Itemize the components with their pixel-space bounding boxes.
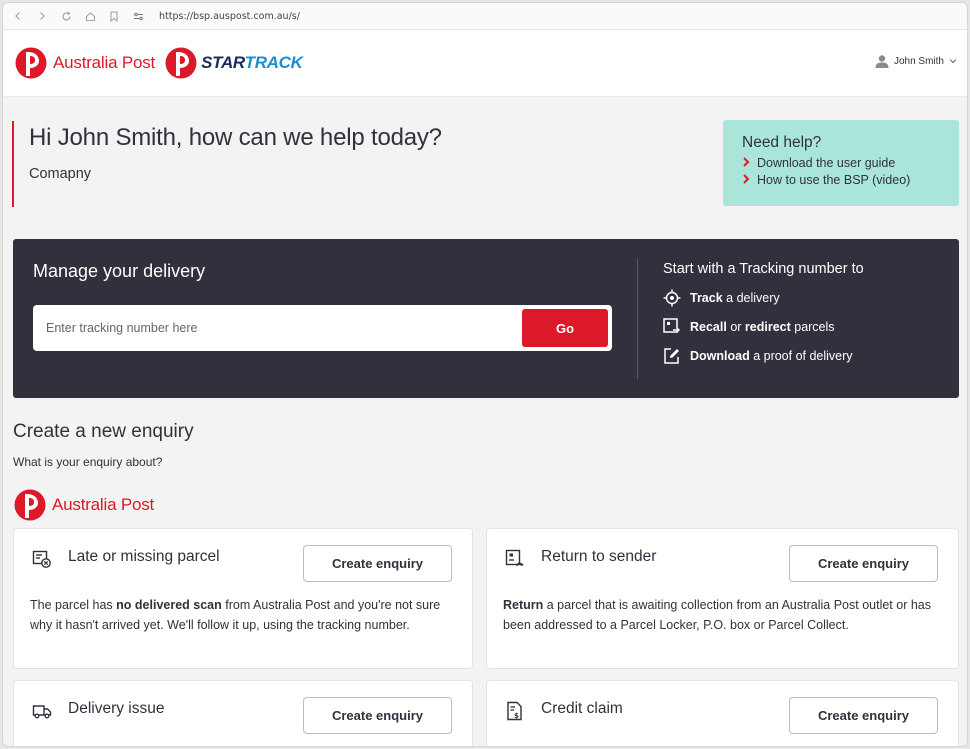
tracking-search-box: Go xyxy=(33,305,612,351)
australia-post-wordmark: Australia Post xyxy=(53,53,156,72)
chevron-down-icon xyxy=(949,59,957,64)
enquiry-card-credit-claim: $ Credit claim Create enquiry xyxy=(486,680,959,746)
address-bar[interactable]: https://bsp.auspost.com.au/s/ xyxy=(159,11,300,22)
tracking-features-title: Start with a Tracking number to xyxy=(663,261,864,277)
card-title: Return to sender xyxy=(541,548,657,565)
help-panel: Need help? Download the user guide How t… xyxy=(723,120,959,206)
australia-post-mark-icon xyxy=(14,489,46,521)
panel-divider xyxy=(637,259,638,379)
feature-download-pod: Download a proof of delivery xyxy=(663,347,864,365)
help-link-user-guide[interactable]: Download the user guide xyxy=(742,156,959,170)
company-name: Comapny xyxy=(29,166,92,182)
create-enquiry-button[interactable]: Create enquiry xyxy=(789,545,938,582)
edit-document-icon xyxy=(664,348,679,364)
australia-post-section-logo: Australia Post xyxy=(14,489,154,521)
tracking-number-input[interactable] xyxy=(46,305,506,351)
startrack-wordmark: STARTRACK xyxy=(201,53,303,72)
manage-delivery-panel: Manage your delivery Go Start with a Tra… xyxy=(13,239,959,398)
missing-parcel-icon xyxy=(32,550,51,568)
startrack-logo[interactable]: STARTRACK xyxy=(165,47,303,79)
card-description: The parcel has no delivered scan from Au… xyxy=(30,598,441,632)
chevron-right-icon xyxy=(742,173,750,187)
create-enquiry-button[interactable]: Create enquiry xyxy=(303,697,452,734)
help-link-label: How to use the BSP (video) xyxy=(757,173,911,187)
manage-delivery-title: Manage your delivery xyxy=(33,261,206,281)
bookmark-icon[interactable] xyxy=(107,9,121,23)
card-title: Credit claim xyxy=(541,700,623,717)
create-enquiry-button[interactable]: Create enquiry xyxy=(789,697,938,734)
parcel-redirect-icon xyxy=(663,318,680,333)
australia-post-wordmark: Australia Post xyxy=(52,495,155,514)
card-title: Late or missing parcel xyxy=(68,548,220,565)
site-header: Australia Post STARTRACK John Smith xyxy=(3,30,967,97)
crosshair-icon xyxy=(663,289,681,307)
user-name: John Smith xyxy=(893,55,944,67)
chevron-right-icon xyxy=(742,156,750,170)
tracking-features: Start with a Tracking number to Track a … xyxy=(663,261,864,376)
create-enquiry-button[interactable]: Create enquiry xyxy=(303,545,452,582)
feature-recall-redirect: Recall or redirect parcels xyxy=(663,318,864,336)
australia-post-logo[interactable]: Australia Post xyxy=(15,47,155,79)
help-title: Need help? xyxy=(742,134,822,151)
startrack-mark-icon xyxy=(165,47,197,79)
feature-track: Track a delivery xyxy=(663,289,864,307)
credit-claim-icon: $ xyxy=(507,701,522,721)
enquiry-card-delivery-issue: Delivery issue Create enquiry xyxy=(13,680,473,746)
user-menu[interactable]: John Smith xyxy=(875,54,957,68)
home-icon[interactable] xyxy=(83,9,97,23)
enquiry-card-return-to-sender: Return to sender Create enquiry Return a… xyxy=(486,528,959,669)
enquiry-section-title: Create a new enquiry xyxy=(13,421,194,442)
return-parcel-icon xyxy=(505,549,524,567)
australia-post-mark-icon xyxy=(15,47,47,79)
enquiry-section-subtitle: What is your enquiry about? xyxy=(13,455,163,469)
greeting-section: Hi John Smith, how can we help today? Co… xyxy=(12,121,442,207)
site-settings-icon[interactable] xyxy=(131,9,145,23)
delivery-truck-icon xyxy=(32,705,52,719)
browser-toolbar: https://bsp.auspost.com.au/s/ xyxy=(3,3,967,30)
user-avatar-icon xyxy=(875,55,889,68)
card-description: Return a parcel that is awaiting collect… xyxy=(503,598,931,632)
help-link-label: Download the user guide xyxy=(757,156,896,170)
back-icon[interactable] xyxy=(11,9,25,23)
card-title: Delivery issue xyxy=(68,700,165,717)
forward-icon[interactable] xyxy=(35,9,49,23)
reload-icon[interactable] xyxy=(59,9,73,23)
help-link-bsp-video[interactable]: How to use the BSP (video) xyxy=(742,173,959,187)
svg-text:$: $ xyxy=(514,712,519,720)
browser-window: https://bsp.auspost.com.au/s/ Australia … xyxy=(2,2,968,747)
go-button[interactable]: Go xyxy=(522,309,608,347)
page-title: Hi John Smith, how can we help today? xyxy=(29,124,442,151)
enquiry-card-late-missing: Late or missing parcel Create enquiry Th… xyxy=(13,528,473,669)
